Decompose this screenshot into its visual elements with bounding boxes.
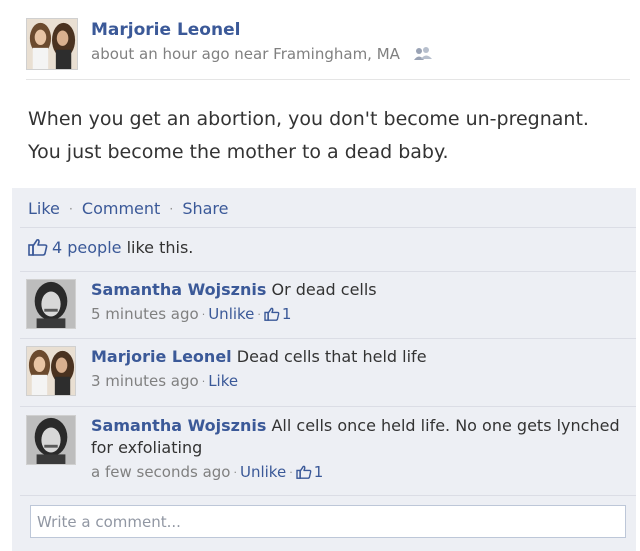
comment-body: Marjorie Leonel Dead cells that held lif… — [91, 346, 628, 393]
comment-item: Samantha Wojsznis Or dead cells 5 minute… — [26, 279, 636, 329]
comment-meta: 5 minutes ago · Unlike · 1 — [91, 303, 628, 326]
friends-icon[interactable] — [413, 46, 433, 62]
likes-suffix: like this. — [126, 238, 194, 257]
thumbs-up-icon — [28, 238, 48, 256]
likes-count-link[interactable]: 4 people — [52, 238, 122, 257]
comment-timestamp[interactable]: 3 minutes ago — [91, 372, 199, 390]
meta-separator: · — [201, 308, 206, 321]
comment-like-icon — [264, 307, 280, 321]
profile-photo-icon — [27, 416, 75, 464]
row-divider — [20, 338, 636, 339]
meta-separator: · — [257, 308, 261, 321]
comment-body: Samantha Wojsznis Or dead cells 5 minute… — [91, 279, 628, 326]
unlike-link[interactable]: Unlike — [208, 305, 254, 323]
meta-separator: · — [289, 466, 293, 479]
commenter-avatar[interactable] — [26, 415, 76, 465]
comment-meta: 3 minutes ago · Like — [91, 370, 628, 393]
comment-like-count[interactable]: 1 — [282, 305, 292, 323]
write-comment-input[interactable]: Write a comment... — [30, 505, 626, 538]
commenter-name[interactable]: Marjorie Leonel — [91, 347, 232, 366]
profile-photo-icon — [27, 19, 77, 69]
post-author-name[interactable]: Marjorie Leonel — [91, 20, 240, 40]
comment-meta: a few seconds ago · Unlike · 1 — [91, 461, 628, 484]
post-meta: about an hour ago near Framingham, MA — [91, 45, 433, 63]
comment-item: Marjorie Leonel Dead cells that held lif… — [26, 346, 636, 396]
post-timestamp-location[interactable]: about an hour ago near Framingham, MA — [91, 45, 400, 63]
comment-timestamp[interactable]: 5 minutes ago — [91, 305, 199, 323]
commenter-avatar[interactable] — [26, 346, 76, 396]
feedback-section: Like · Comment · Share 4 people like thi… — [12, 188, 636, 551]
like-link[interactable]: Like — [28, 199, 60, 218]
comment-like-icon — [295, 465, 312, 479]
share-link[interactable]: Share — [182, 199, 228, 218]
action-separator: · — [169, 202, 174, 216]
post-header: Marjorie Leonel about an hour ago near F… — [26, 16, 630, 76]
row-divider — [20, 227, 636, 228]
comment-like-link[interactable]: Like — [208, 372, 238, 390]
unlike-link[interactable]: Unlike — [240, 463, 286, 481]
commenter-name[interactable]: Samantha Wojsznis — [91, 280, 266, 299]
row-divider — [20, 495, 636, 496]
comment-link[interactable]: Comment — [82, 199, 160, 218]
facebook-post: Marjorie Leonel about an hour ago near F… — [0, 0, 640, 551]
action-separator: · — [69, 202, 73, 216]
comment-text: Or dead cells — [271, 280, 377, 299]
author-avatar[interactable] — [26, 18, 78, 70]
comment-timestamp[interactable]: a few seconds ago — [91, 463, 230, 481]
comment-like-count[interactable]: 1 — [314, 463, 324, 481]
meta-separator: · — [201, 375, 206, 388]
likes-summary: 4 people like this. — [28, 238, 193, 257]
meta-separator: · — [233, 466, 237, 479]
profile-photo-icon — [27, 347, 75, 395]
row-divider — [20, 406, 636, 407]
commenter-avatar[interactable] — [26, 279, 76, 329]
comment-item: Samantha Wojsznis All cells once held li… — [26, 415, 636, 487]
profile-photo-icon — [27, 280, 75, 328]
post-message: When you get an abortion, you don't beco… — [28, 108, 589, 163]
post-actions: Like · Comment · Share — [28, 199, 229, 218]
comment-text: Dead cells that held life — [236, 347, 427, 366]
row-divider — [20, 271, 636, 272]
comment-body: Samantha Wojsznis All cells once held li… — [91, 415, 628, 484]
commenter-name[interactable]: Samantha Wojsznis — [91, 416, 266, 435]
header-divider — [26, 79, 630, 80]
